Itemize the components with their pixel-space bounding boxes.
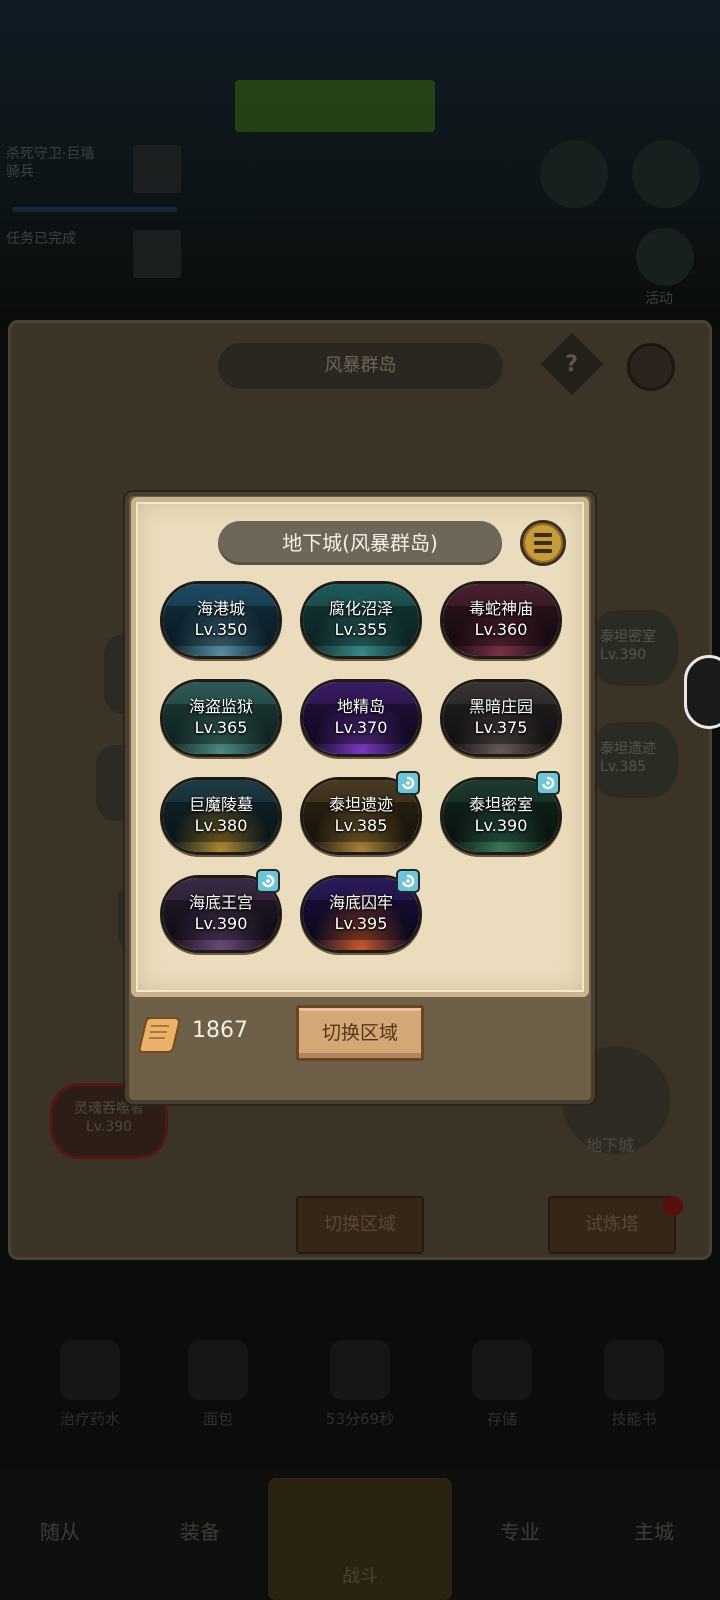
potion-icon xyxy=(60,1340,120,1400)
skillbook-icon xyxy=(604,1340,664,1400)
dungeon-level: Lv.370 xyxy=(334,718,388,737)
dungeon-name: 海底王宫 xyxy=(188,893,253,912)
swirl-badge-icon xyxy=(396,771,420,795)
tab-battle: 战斗 xyxy=(268,1478,452,1600)
dungeon-name: 黑暗庄园 xyxy=(468,697,533,716)
storage-icon xyxy=(472,1340,532,1400)
swirl-badge-icon xyxy=(536,771,560,795)
bottom-nav: 随从 装备 战斗 专业 主城 xyxy=(0,1468,720,1600)
dungeon-node[interactable]: 巨魔陵墓 Lv.380 xyxy=(160,777,282,855)
dungeon-name: 毒蛇神庙 xyxy=(468,599,533,618)
quest-tracker-2: 任务已完成 xyxy=(6,230,181,286)
dungeon-level: Lv.390 xyxy=(194,914,248,933)
quest-tracker-1: 杀死守卫·巨墙 骑兵 xyxy=(6,145,181,212)
floating-assistant-button[interactable] xyxy=(684,655,720,729)
quest-progress-bar xyxy=(12,207,177,212)
activity-icon xyxy=(636,228,694,286)
settings-icon xyxy=(632,140,700,208)
dungeon-node[interactable]: 地精岛 Lv.370 xyxy=(300,679,422,757)
dungeon-name: 巨魔陵墓 xyxy=(188,795,253,814)
dungeon-name: 海港城 xyxy=(196,599,245,618)
help-icon: ? xyxy=(565,351,579,377)
alert-badge-icon xyxy=(663,1196,683,1216)
potion-shortcut: 治疗药水 xyxy=(30,1340,150,1429)
dungeon-name: 海底囚牢 xyxy=(328,893,393,912)
dungeon-level: Lv.390 xyxy=(474,816,528,835)
dungeon-level: Lv.385 xyxy=(334,816,388,835)
dungeon-level: Lv.355 xyxy=(334,620,388,639)
bread-icon xyxy=(188,1340,248,1400)
dungeon-dialog-title: 地下城(风暴群岛) xyxy=(218,521,502,565)
menu-icon-line xyxy=(534,549,552,553)
dungeon-entry-label: 地下城 xyxy=(586,1136,635,1155)
dungeon-level: Lv.365 xyxy=(194,718,248,737)
dungeon-node[interactable]: 海港城 Lv.350 xyxy=(160,581,282,659)
tab-followers: 随从 xyxy=(40,1520,80,1544)
dungeon-list-menu-button[interactable] xyxy=(520,520,566,566)
map-node-titan-chamber: 泰坦密室 Lv.390 xyxy=(590,610,678,686)
menu-icon-line xyxy=(534,541,552,545)
dungeon-name: 泰坦遗迹 xyxy=(328,795,393,814)
dungeon-node[interactable]: 海盗监狱 Lv.365 xyxy=(160,679,282,757)
map-title: 风暴群岛 xyxy=(218,343,503,389)
dungeon-level: Lv.375 xyxy=(474,718,528,737)
swirl-badge-icon xyxy=(396,869,420,893)
menu-icon-line xyxy=(534,533,552,537)
tab-equipment: 装备 xyxy=(180,1520,220,1544)
bread-shortcut: 面包 xyxy=(158,1340,278,1429)
map-node-titan-ruins: 泰坦遗迹 Lv.385 xyxy=(590,722,678,798)
map-menu-icon xyxy=(627,343,675,391)
timer-icon xyxy=(330,1340,390,1400)
trial-tower-button: 试炼塔 xyxy=(548,1196,676,1254)
switch-zone-button[interactable]: 切换区域 xyxy=(296,1005,424,1061)
bg-switch-zone-button: 切换区域 xyxy=(296,1196,424,1254)
storage-shortcut: 存储 xyxy=(442,1340,562,1429)
quest-icon xyxy=(133,230,181,278)
dungeon-grid: 海港城 Lv.350 腐化沼泽 Lv.355 毒蛇神庙 Lv.360 海盗监狱 Lv.365 地… xyxy=(160,581,562,961)
dungeon-name: 腐化沼泽 xyxy=(328,599,393,618)
item-shortcut-row: 治疗药水 面包 53分69秒 存储 技能书 xyxy=(0,1340,720,1450)
dungeon-level: Lv.360 xyxy=(474,620,528,639)
dungeon-name: 地精岛 xyxy=(336,697,385,716)
skillbook-shortcut: 技能书 xyxy=(574,1340,694,1429)
timer-shortcut: 53分69秒 xyxy=(300,1340,420,1429)
event-icon xyxy=(540,140,608,208)
dungeon-node[interactable]: 腐化沼泽 Lv.355 xyxy=(300,581,422,659)
tab-main-city: 主城 xyxy=(634,1520,674,1544)
dungeon-name: 泰坦密室 xyxy=(468,795,533,814)
scroll-currency-icon xyxy=(139,1017,181,1053)
top-banner xyxy=(235,80,435,132)
dungeon-level: Lv.380 xyxy=(194,816,248,835)
quest-label: 杀死守卫·巨墙 骑兵 xyxy=(6,146,95,180)
dungeon-level: Lv.395 xyxy=(334,914,388,933)
swirl-badge-icon xyxy=(256,869,280,893)
quest-icon xyxy=(133,145,181,193)
dungeon-level: Lv.350 xyxy=(194,620,248,639)
quest-label: 任务已完成 xyxy=(6,231,76,247)
activity-label: 活动 xyxy=(645,291,673,307)
dungeon-node[interactable]: 黑暗庄园 Lv.375 xyxy=(440,679,562,757)
tab-profession: 专业 xyxy=(500,1520,540,1544)
scroll-currency-amount: 1867 xyxy=(192,1018,248,1043)
dungeon-name: 海盗监狱 xyxy=(188,697,253,716)
dungeon-node[interactable]: 毒蛇神庙 Lv.360 xyxy=(440,581,562,659)
